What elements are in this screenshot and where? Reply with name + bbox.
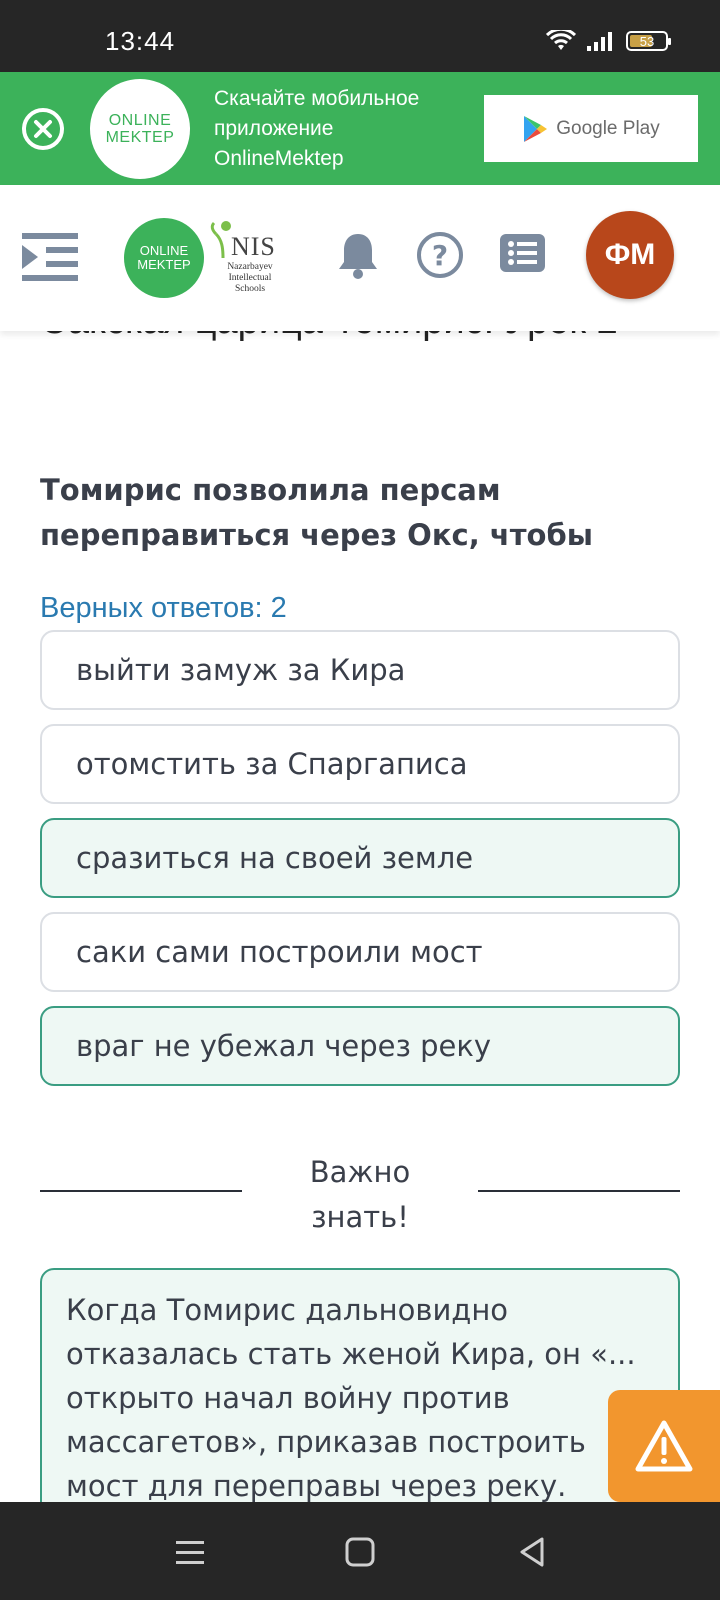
close-icon [34, 120, 52, 138]
help-icon[interactable]: ? [417, 232, 463, 278]
battery-level: 53 [639, 33, 655, 49]
menu-icon[interactable] [22, 233, 78, 281]
home-icon[interactable] [342, 1534, 378, 1570]
google-play-label: Google Play [556, 117, 660, 139]
answer-option[interactable]: выйти замуж за Кира [40, 630, 680, 710]
logo-line-2: MEKTEP [137, 257, 191, 272]
battery-icon: 53 [626, 31, 671, 51]
nis-logo: NIS Nazarbayev Intellectual Schools [208, 220, 278, 300]
report-problem-button[interactable] [608, 1390, 720, 1502]
app-header: ONLINE MEKTEP NIS Nazarbayev Intellectua… [0, 185, 720, 331]
google-play-button[interactable]: Google Play [484, 95, 698, 162]
app-download-banner: ONLINE MEKTEP Скачайте мобильное приложе… [0, 72, 720, 185]
status-icons: 53 [546, 30, 671, 52]
correct-answers-count: Верных ответов: 2 [40, 592, 287, 624]
answer-option-selected[interactable]: сразиться на своей земле [40, 818, 680, 898]
warning-icon [635, 1420, 693, 1472]
logo-line-1: ONLINE [139, 243, 189, 258]
important-text: Когда Томирис дальновидно отказалась ста… [66, 1293, 636, 1503]
banner-text: Скачайте мобильное приложение OnlineMekt… [214, 87, 420, 170]
answer-option-label: сразиться на своей земле [76, 841, 474, 875]
system-navigation-bar [0, 1502, 720, 1600]
answer-option-label: саки сами построили мост [76, 935, 483, 969]
recent-apps-icon[interactable] [172, 1534, 208, 1570]
answer-option[interactable]: саки сами построили мост [40, 912, 680, 992]
close-banner-button[interactable] [22, 108, 64, 150]
nis-subtitle: Nazarbayev Intellectual Schools [227, 262, 273, 294]
question-text: Томирис позволила персам переправиться ч… [40, 473, 593, 552]
nis-title: NIS [231, 232, 276, 261]
divider-line-left [40, 1190, 242, 1192]
onlinemektep-logo: ONLINE MEKTEP [90, 79, 190, 179]
google-play-icon [524, 115, 548, 142]
question-mark: ? [431, 238, 449, 272]
user-avatar[interactable]: ФМ [586, 211, 674, 299]
answer-option-selected[interactable]: враг не убежал через реку [40, 1006, 680, 1086]
logo-line-1: ONLINE [108, 112, 172, 129]
logo-line-2: MEKTEP [105, 129, 175, 146]
bell-icon[interactable] [336, 232, 380, 280]
important-info-box: Когда Томирис дальновидно отказалась ста… [40, 1268, 680, 1518]
status-time: 13:44 [105, 26, 176, 56]
answer-option-label: выйти замуж за Кира [76, 653, 406, 687]
signal-icon [587, 32, 612, 51]
list-icon[interactable] [500, 234, 545, 272]
answer-option-label: отомстить за Спаргаписа [76, 747, 468, 781]
divider-line-right [478, 1190, 680, 1192]
status-bar: 13:44 53 [0, 0, 720, 72]
wifi-icon [546, 30, 576, 50]
back-icon[interactable] [514, 1534, 550, 1570]
important-divider: Важно знать! [40, 1150, 680, 1240]
important-heading: Важно знать! [309, 1155, 411, 1234]
answer-option-label: враг не убежал через реку [76, 1029, 492, 1063]
answer-option[interactable]: отомстить за Спаргаписа [40, 724, 680, 804]
onlinemektep-logo[interactable]: ONLINE MEKTEP [124, 218, 204, 298]
